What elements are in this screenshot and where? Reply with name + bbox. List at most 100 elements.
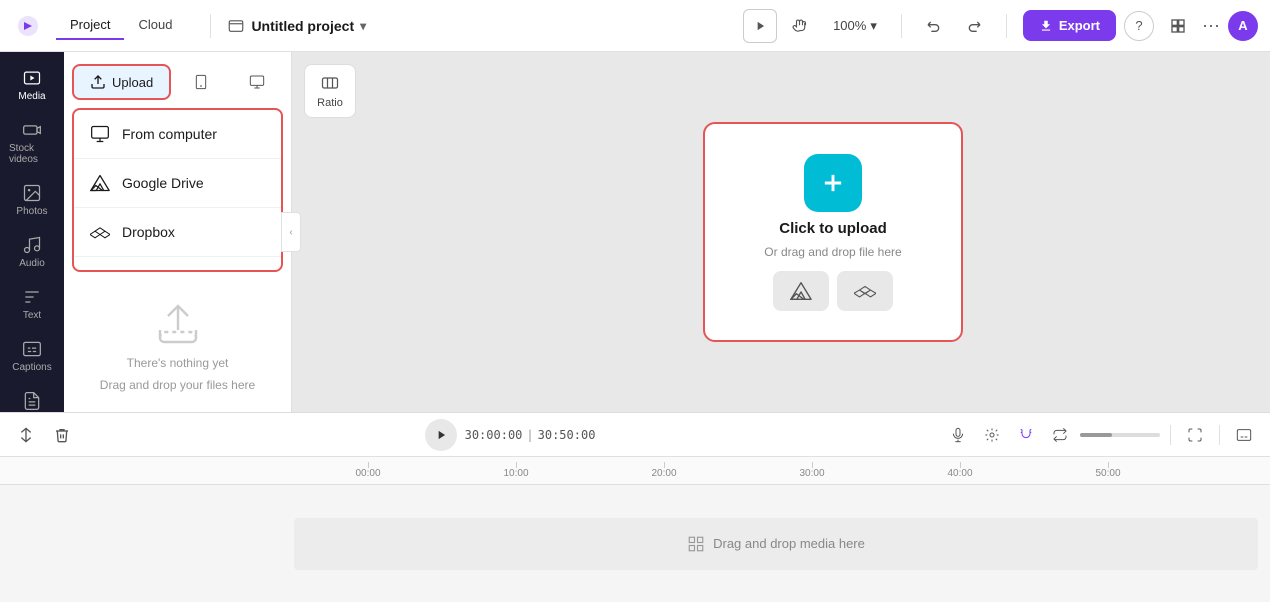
topbar-divider-1 [210, 14, 211, 38]
timeline-tracks: Drag and drop media here [0, 485, 1270, 602]
magnet-icon [1018, 427, 1034, 443]
sidebar-captions-label: Captions [12, 362, 51, 373]
topbar-divider-2 [901, 14, 902, 38]
fit-screen-icon [1187, 427, 1203, 443]
time-current: 30:00:00 [465, 428, 523, 442]
project-title: Untitled project [251, 18, 354, 34]
zoom-chevron-icon: ▾ [870, 18, 877, 34]
preview-play-button[interactable] [743, 9, 777, 43]
tab-project[interactable]: Project [56, 11, 124, 40]
ruler-label-0: 00:00 [355, 468, 380, 479]
google-drive-label: Google Drive [122, 175, 204, 191]
redo-button[interactable] [958, 10, 990, 42]
icon-sidebar: Media Stock videos Photos Audio Text Cap… [0, 52, 64, 412]
ruler-mark-2: 20:00 [590, 462, 738, 479]
undo-button[interactable] [918, 10, 950, 42]
ruler-mark-5: 50:00 [1034, 462, 1182, 479]
hand-tool-button[interactable] [785, 10, 817, 42]
timeline-divider [1170, 425, 1171, 445]
ruler-mark-4: 40:00 [886, 462, 1034, 479]
screen-icon [249, 74, 265, 90]
sidebar-item-captions[interactable]: Captions [5, 331, 59, 381]
google-drive-item[interactable]: Google Drive [74, 159, 281, 208]
sidebar-item-media[interactable]: Media [5, 60, 59, 110]
stock-videos-icon [22, 120, 42, 140]
export-label: Export [1059, 18, 1100, 33]
sidebar-item-text[interactable]: Text [5, 279, 59, 329]
media-icon [22, 68, 42, 88]
microphone-icon [950, 427, 966, 443]
magnet-snap-button[interactable] [1012, 421, 1040, 449]
dropbox-item[interactable]: Dropbox [74, 208, 281, 257]
dropzone-cloud-buttons [773, 271, 893, 311]
ratio-button[interactable]: Ratio [304, 64, 356, 118]
sidebar-item-stock-videos[interactable]: Stock videos [5, 112, 59, 173]
project-name-area[interactable]: Untitled project ▾ [227, 17, 366, 35]
dropbox-label: Dropbox [122, 224, 175, 240]
dropzone-googledrive-button[interactable] [773, 271, 829, 311]
sidebar-item-photos[interactable]: Photos [5, 175, 59, 225]
zoom-level: 100% [833, 18, 866, 33]
timeline-time-display: 30:00:00 | 30:50:00 [465, 428, 596, 442]
ruler-label-1: 10:00 [503, 468, 528, 479]
plus-icon [819, 169, 847, 197]
loop-button[interactable] [1046, 421, 1074, 449]
topbar: Project Cloud Untitled project ▾ 100% ▾ … [0, 0, 1270, 52]
text-icon [22, 287, 42, 307]
google-drive-icon [90, 173, 110, 193]
more-options-button[interactable]: ··· [1202, 15, 1220, 36]
grid-icon [687, 535, 705, 553]
ruler-mark-0: 00:00 [294, 462, 442, 479]
sidebar-item-transcript[interactable]: Transcript [5, 383, 59, 412]
from-computer-item[interactable]: From computer [74, 110, 281, 159]
panel-collapse-handle[interactable]: ‹ [281, 212, 301, 252]
upload-dropzone[interactable]: Click to upload Or drag and drop file he… [703, 122, 963, 342]
microphone-button[interactable] [944, 421, 972, 449]
upload-panel: Upload From computer Google Drive [64, 52, 292, 412]
split-button[interactable] [12, 421, 40, 449]
dropbox-small-icon [854, 280, 876, 302]
sidebar-stockvideos-label: Stock videos [9, 143, 55, 165]
avatar-button[interactable]: A [1228, 11, 1258, 41]
upload-plus-button[interactable] [804, 154, 862, 212]
project-chevron-icon: ▾ [360, 19, 366, 33]
avatar-initial: A [1238, 18, 1247, 33]
empty-upload-icon [154, 300, 202, 348]
dropzone-sub: Or drag and drop file here [764, 245, 901, 259]
upload-dropdown: From computer Google Drive Dropbox [72, 108, 283, 272]
extract-audio-icon [90, 271, 110, 272]
extract-audio-item[interactable]: Extract audio [74, 257, 281, 272]
effects-icon [984, 427, 1000, 443]
zoom-control[interactable]: 100% ▾ [825, 14, 885, 38]
ruler-label-3: 30:00 [799, 468, 824, 479]
tab-screen[interactable] [231, 64, 283, 100]
ruler-label-4: 40:00 [947, 468, 972, 479]
timeline-play-button[interactable] [425, 419, 457, 451]
trash-icon [54, 427, 70, 443]
canvas-area: Ratio Click to upload Or drag and drop f… [292, 52, 1270, 412]
topbar-divider-3 [1006, 14, 1007, 38]
zoom-slider[interactable] [1080, 433, 1160, 437]
tab-cloud[interactable]: Cloud [124, 11, 186, 40]
timeline-ruler: 00:00 10:00 20:00 30:00 40:00 50:00 [0, 457, 1270, 485]
dropzone-dropbox-button[interactable] [837, 271, 893, 311]
ruler-label-5: 50:00 [1095, 468, 1120, 479]
tab-device[interactable] [175, 64, 227, 100]
device-icon [193, 74, 209, 90]
empty-state: There's nothing yet Drag and drop your f… [64, 280, 291, 412]
effects-button[interactable] [978, 421, 1006, 449]
timeline-divider-2 [1219, 425, 1220, 445]
drop-media-area[interactable]: Drag and drop media here [294, 518, 1258, 570]
delete-button[interactable] [48, 421, 76, 449]
project-cloud-tabs: Project Cloud [56, 11, 186, 40]
play-icon [434, 428, 448, 442]
resize-icon-button[interactable] [1162, 10, 1194, 42]
time-total: 30:50:00 [538, 428, 596, 442]
tab-upload[interactable]: Upload [72, 64, 171, 100]
help-button[interactable]: ? [1124, 11, 1154, 41]
empty-state-title: There's nothing yet [127, 356, 229, 370]
fit-screen-button[interactable] [1181, 421, 1209, 449]
sidebar-item-audio[interactable]: Audio [5, 227, 59, 277]
export-button[interactable]: Export [1023, 10, 1116, 41]
captions-timeline-button[interactable] [1230, 421, 1258, 449]
